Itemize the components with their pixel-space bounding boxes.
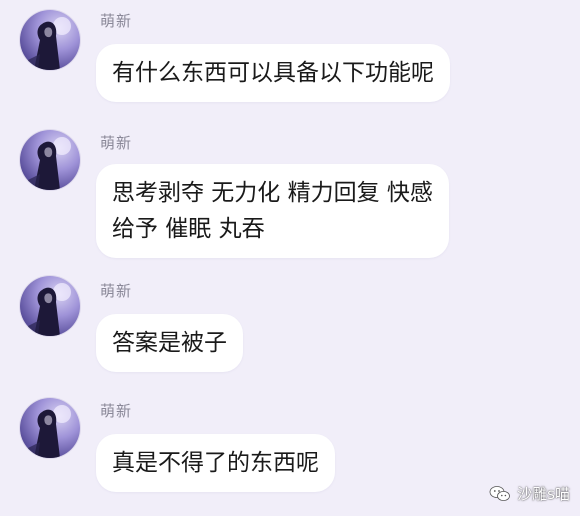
message-bubble: 真是不得了的东西呢 xyxy=(96,434,335,492)
chat-area: 萌新 有什么东西可以具备以下功能呢 萌新 思考剥夺 无力化 精力回复 快感 给予… xyxy=(0,0,580,516)
sender-avatar[interactable] xyxy=(20,276,80,336)
watermark-text: 沙雕s喵 xyxy=(517,485,570,503)
girl-avatar-icon xyxy=(26,405,71,458)
watermark: 沙雕s喵 xyxy=(489,483,570,504)
sender-name: 萌新 xyxy=(100,12,133,30)
sender-avatar[interactable] xyxy=(20,398,80,458)
sender-name: 萌新 xyxy=(100,402,133,420)
sender-avatar[interactable] xyxy=(20,10,80,70)
girl-avatar-icon xyxy=(26,137,71,190)
sender-avatar[interactable] xyxy=(20,130,80,190)
message-bubble: 答案是被子 xyxy=(96,314,243,372)
girl-avatar-icon xyxy=(26,283,71,336)
sender-name: 萌新 xyxy=(100,282,133,300)
sender-name: 萌新 xyxy=(100,134,133,152)
message-bubble: 有什么东西可以具备以下功能呢 xyxy=(96,44,450,102)
wechat-icon xyxy=(489,485,511,503)
girl-avatar-icon xyxy=(26,17,71,70)
message-bubble: 思考剥夺 无力化 精力回复 快感 给予 催眠 丸吞 xyxy=(96,164,449,258)
